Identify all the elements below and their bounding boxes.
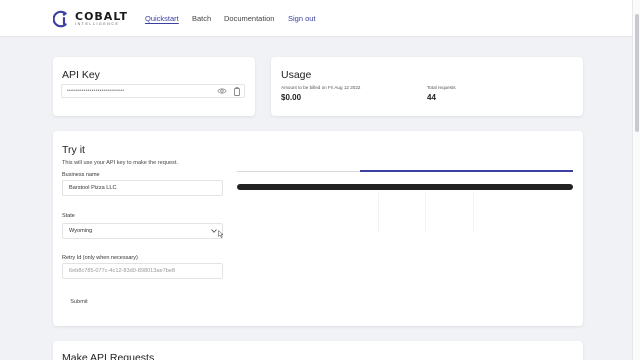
- try-it-title: Try it: [62, 144, 85, 156]
- scrollbar-thumb[interactable]: [635, 14, 639, 132]
- make-api-requests-card: Make API Requests: [53, 341, 583, 360]
- copy-icon[interactable]: [233, 87, 241, 96]
- nav-batch[interactable]: Batch: [192, 14, 211, 23]
- nav-documentation[interactable]: Documentation: [224, 14, 274, 23]
- make-api-requests-title: Make API Requests: [62, 352, 155, 360]
- brand-name: COBALT: [75, 10, 129, 24]
- usage-title: Usage: [281, 69, 312, 81]
- result-tab-active-indicator[interactable]: [360, 170, 573, 172]
- api-key-title: API Key: [62, 69, 100, 81]
- chevron-down-icon: [211, 229, 217, 233]
- cobalt-logo[interactable]: COBALT INTELLIGENCE: [53, 10, 128, 28]
- nav-quickstart[interactable]: Quickstart: [145, 14, 179, 23]
- submit-label: Submit: [70, 299, 88, 305]
- state-label: State: [62, 213, 75, 219]
- retry-id-input[interactable]: 6eb8c785-077c-4c12-83d0-898013ae7be8: [62, 263, 223, 279]
- business-name-input[interactable]: Barstool Pizza LLC: [62, 180, 223, 196]
- submit-button[interactable]: Submit: [62, 295, 96, 309]
- cobalt-logo-icon: [53, 10, 67, 28]
- brand-tagline: INTELLIGENCE: [75, 22, 120, 27]
- top-navigation-bar: COBALT INTELLIGENCE Quickstart Batch Doc…: [0, 0, 632, 36]
- billed-label: Amount to be billed on Fri Aug 12 2022: [281, 85, 361, 90]
- api-key-field[interactable]: ••••••••••••••••••••••••••••: [61, 84, 245, 98]
- retry-id-label: Retry Id (only when necessary): [62, 255, 138, 261]
- result-gridline: [378, 193, 379, 233]
- state-select[interactable]: Wyoming: [62, 223, 223, 239]
- usage-card: Usage Amount to be billed on Fri Aug 12 …: [271, 57, 583, 116]
- requests-label: Total requests: [427, 85, 456, 90]
- api-key-value: ••••••••••••••••••••••••••••: [67, 88, 125, 94]
- requests-value: 44: [427, 93, 436, 102]
- eye-icon[interactable]: [217, 87, 227, 95]
- billed-value: $0.00: [281, 93, 302, 102]
- state-selected-value: Wyoming: [69, 228, 93, 234]
- nav-sign-out[interactable]: Sign out: [288, 14, 316, 23]
- api-key-card: API Key ••••••••••••••••••••••••••••: [53, 57, 255, 116]
- loading-progress-bar: [237, 184, 573, 190]
- business-name-label: Business name: [62, 172, 100, 178]
- retry-id-placeholder: 6eb8c785-077c-4c12-83d0-898013ae7be8: [69, 268, 176, 274]
- try-it-card: Try it This will use your API key to mak…: [53, 131, 583, 326]
- mouse-cursor-icon: [218, 230, 224, 238]
- business-name-value: Barstool Pizza LLC: [69, 185, 117, 191]
- result-gridline: [473, 193, 474, 233]
- page-scrollbar[interactable]: [632, 0, 640, 360]
- result-gridline: [425, 193, 426, 233]
- try-it-subtitle: This will use your API key to make the r…: [62, 160, 178, 166]
